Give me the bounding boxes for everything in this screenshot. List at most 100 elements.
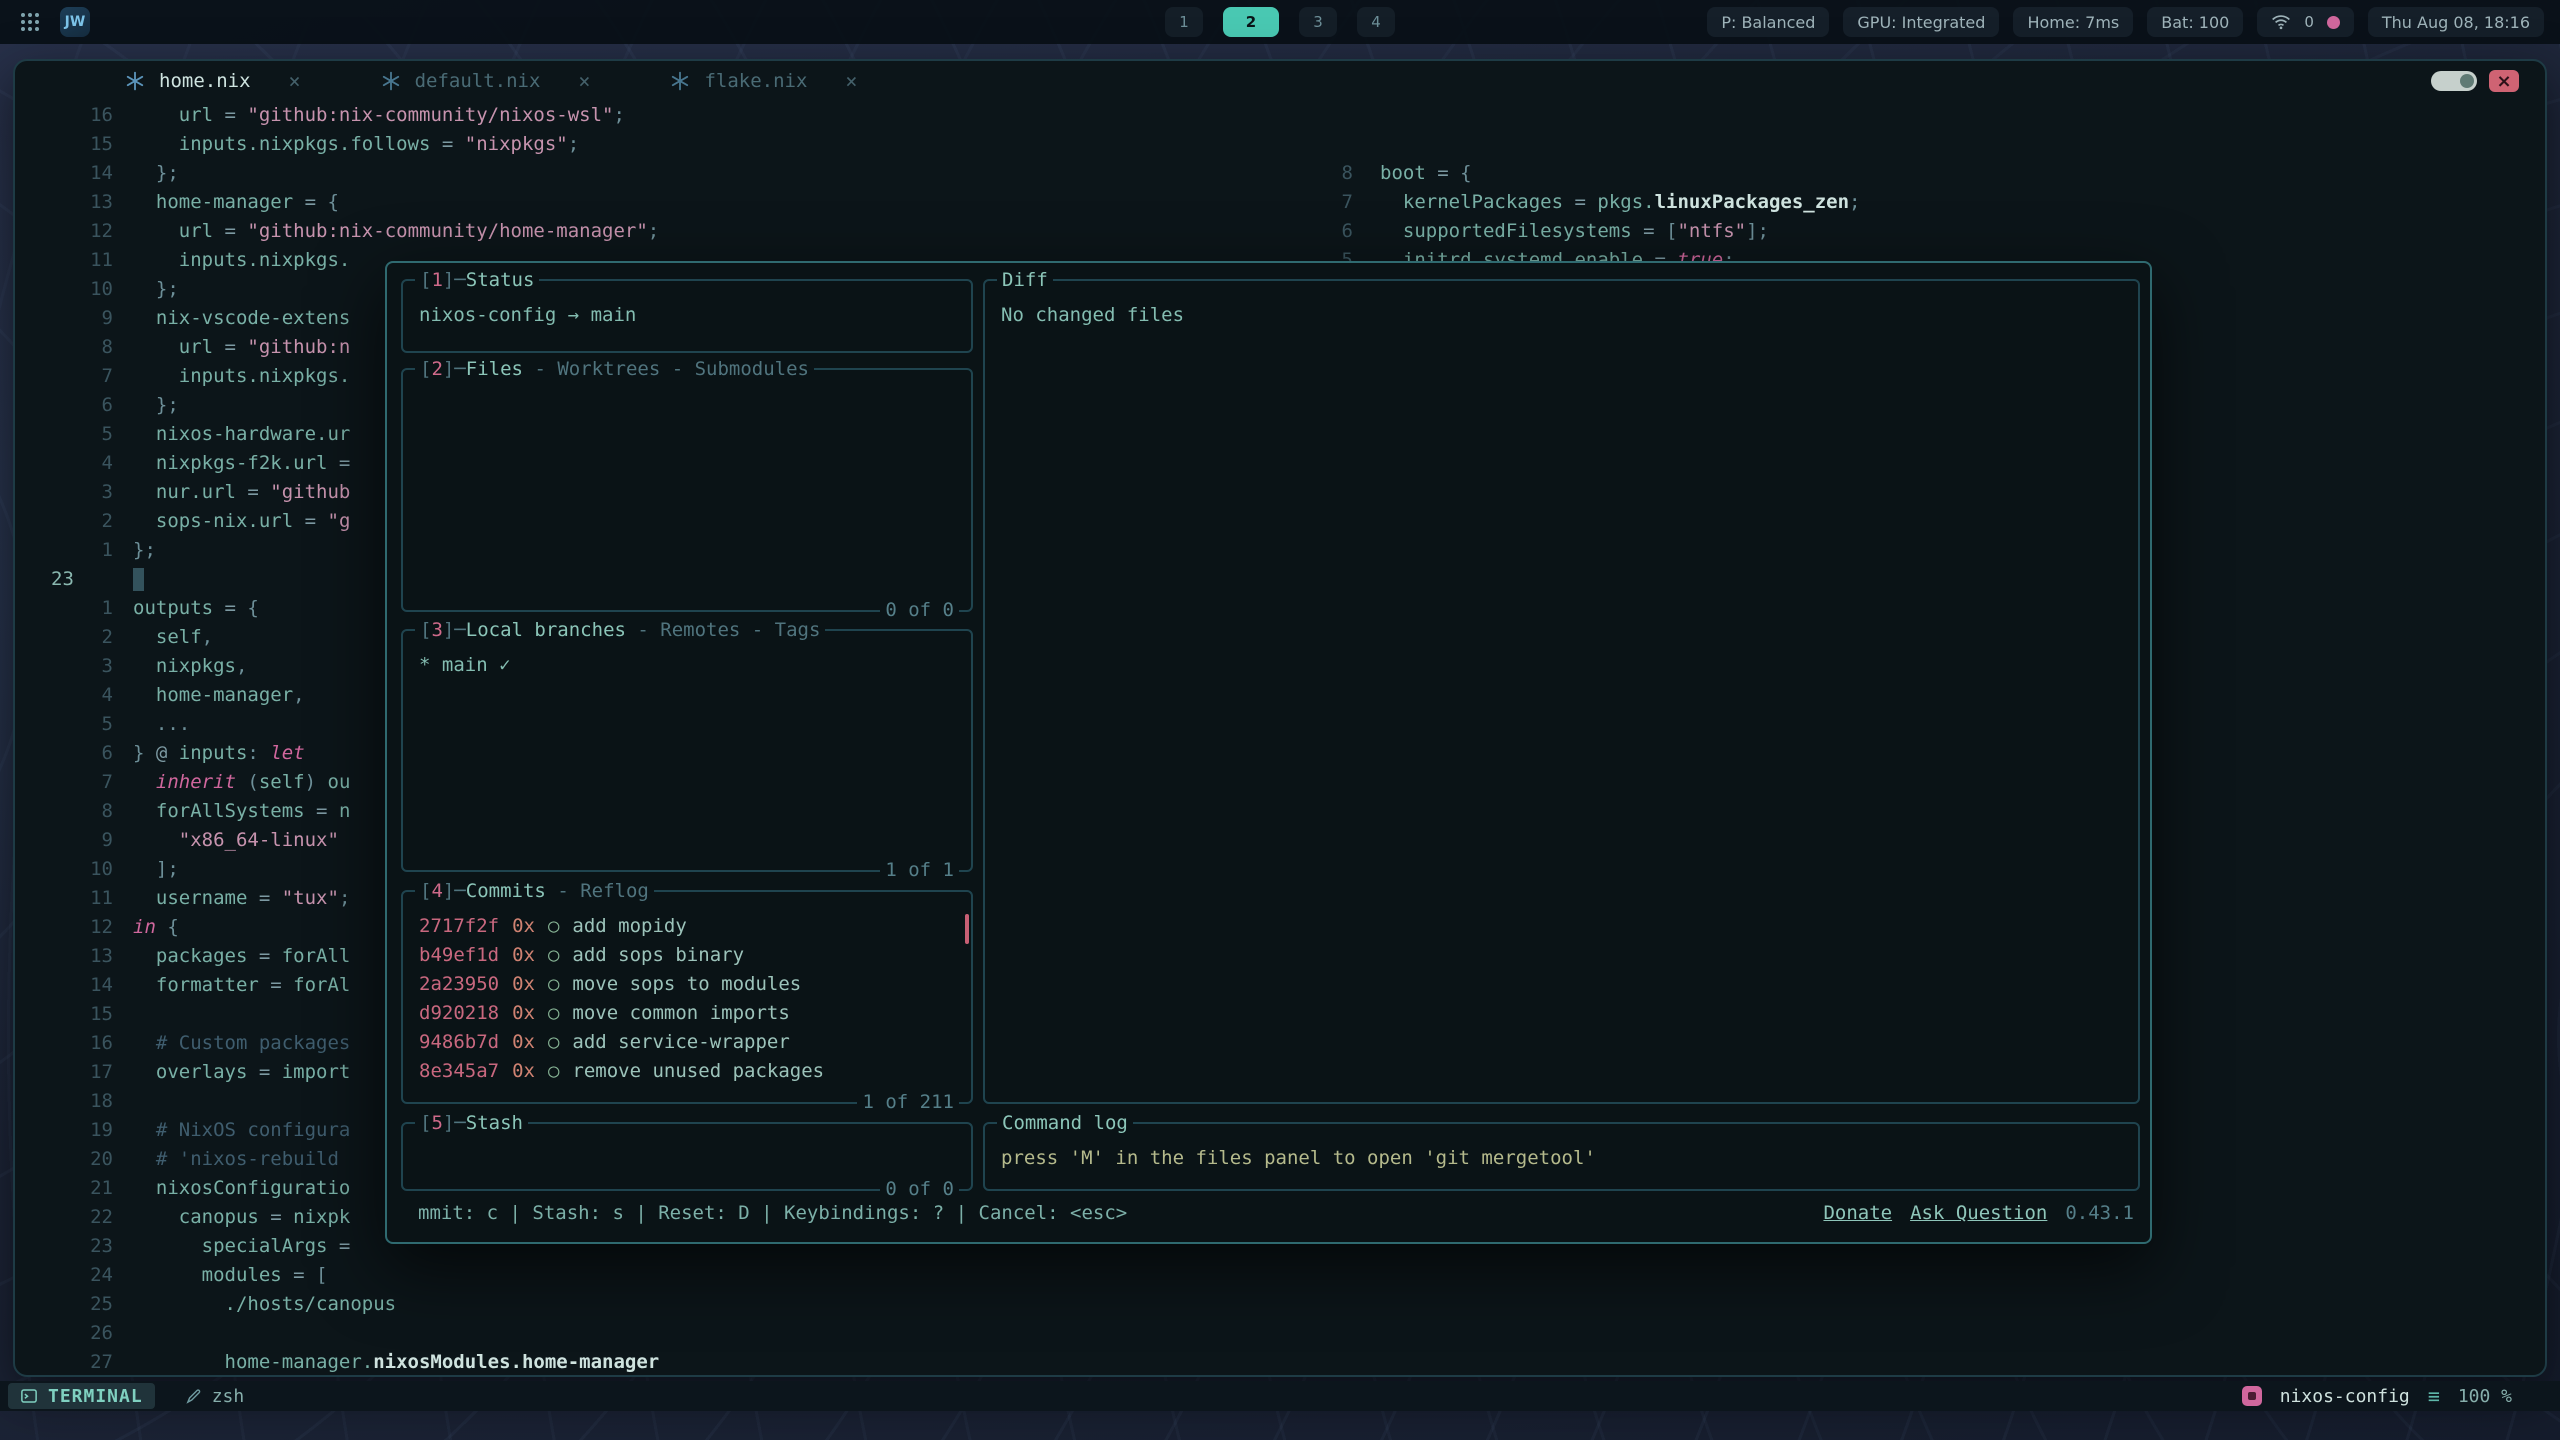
- line-number: 15: [51, 130, 113, 159]
- commits-scrollbar[interactable]: [965, 914, 969, 944]
- panel-title: Command log: [997, 1109, 1133, 1138]
- notification-count: 0: [2304, 13, 2314, 31]
- line-number: 19: [51, 1116, 113, 1145]
- line-number: 23: [51, 565, 113, 594]
- top-status-bar: JW 1 2 3 4 P: Balanced GPU: Integrated H…: [0, 0, 2560, 44]
- tab-default-nix[interactable]: default.nix ×: [351, 61, 621, 101]
- code-line: 15 inputs.nixpkgs.follows = "nixpkgs";: [51, 130, 1295, 159]
- lazygit-version: 0.43.1: [2065, 1199, 2134, 1228]
- line-number: 12: [51, 913, 113, 942]
- line-number: 17: [51, 1058, 113, 1087]
- ping-pill[interactable]: Home: 7ms: [2013, 7, 2133, 37]
- panel-title: Diff: [997, 266, 1053, 295]
- power-profile-pill[interactable]: P: Balanced: [1707, 7, 1829, 37]
- line-number: 7: [51, 768, 113, 797]
- list-icon: ≡: [2428, 1384, 2440, 1408]
- line-number: 25: [51, 1290, 113, 1319]
- code-line: 27 home-manager.nixosModules.home-manage…: [51, 1348, 1295, 1377]
- panel-title: [4]─Commits - Reflog: [415, 877, 654, 906]
- tab-close-icon[interactable]: ×: [578, 69, 590, 93]
- line-number: 16: [51, 1029, 113, 1058]
- line-number: 3: [51, 478, 113, 507]
- panel-title: [2]─Files - Worktrees - Submodules: [415, 355, 814, 384]
- clock[interactable]: Thu Aug 08, 18:16: [2368, 7, 2544, 37]
- commit-row[interactable]: d9202180x○move common imports: [419, 999, 955, 1028]
- lazygit-command-log-panel[interactable]: Command log press 'M' in the files panel…: [983, 1122, 2140, 1191]
- line-number: 8: [51, 333, 113, 362]
- tab-label: flake.nix: [704, 70, 807, 92]
- line-number: 2: [51, 623, 113, 652]
- command-log-message: press 'M' in the files panel to open 'gi…: [1001, 1147, 1596, 1169]
- code-line: 26: [51, 1319, 1295, 1348]
- code-line: 12 url = "github:nix-community/home-mana…: [51, 217, 1295, 246]
- code-line: 7 kernelPackages = pkgs.linuxPackages_ze…: [1307, 188, 2545, 217]
- workspace-button-3[interactable]: 3: [1299, 7, 1337, 37]
- line-number: 3: [51, 652, 113, 681]
- window-toggle-switch[interactable]: [2431, 71, 2477, 91]
- mode-indicator[interactable]: TERMINAL: [8, 1383, 155, 1409]
- line-number: 14: [51, 159, 113, 188]
- donate-link[interactable]: Donate: [1823, 1199, 1892, 1228]
- line-number: 13: [51, 942, 113, 971]
- panel-count: 1 of 1: [880, 856, 959, 885]
- lazygit-keybar: mmit: c | Stash: s | Reset: D | Keybindi…: [418, 1199, 2134, 1228]
- tab-home-nix[interactable]: home.nix ×: [95, 61, 331, 101]
- line-number: 14: [51, 971, 113, 1000]
- line-number: 11: [51, 884, 113, 913]
- workspace-button-2-active[interactable]: 2: [1223, 7, 1279, 37]
- app-launcher-button[interactable]: [16, 8, 44, 36]
- lazygit-commits-panel[interactable]: [4]─Commits - Reflog 2717f2f0x○add mopid…: [401, 890, 973, 1104]
- pencil-icon: [185, 1388, 202, 1405]
- commit-row[interactable]: 8e345a70x○remove unused packages: [419, 1057, 955, 1086]
- tab-close-icon[interactable]: ×: [845, 69, 857, 93]
- nix-snowflake-icon: [381, 71, 401, 91]
- battery-pill[interactable]: Bat: 100: [2147, 7, 2243, 37]
- line-number: 8: [51, 797, 113, 826]
- window-controls: ×: [2431, 70, 2519, 92]
- commit-row[interactable]: 2a239500x○move sops to modules: [419, 970, 955, 999]
- panel-title: [1]─Status: [415, 266, 539, 295]
- apps-grid-icon: [19, 11, 41, 33]
- lazygit-stash-panel[interactable]: [5]─Stash 0 of 0: [401, 1122, 973, 1191]
- shell-tab[interactable]: zsh: [185, 1386, 245, 1407]
- panel-title: [5]─Stash: [415, 1109, 528, 1138]
- tab-close-icon[interactable]: ×: [289, 69, 301, 93]
- workspace-button-4[interactable]: 4: [1357, 7, 1395, 37]
- line-number: 26: [51, 1319, 113, 1348]
- code-line: 6 supportedFilesystems = ["ntfs"];: [1307, 217, 2545, 246]
- commit-row[interactable]: b49ef1d0x○add sops binary: [419, 941, 955, 970]
- repo-branch-status: nixos-config → main: [419, 304, 636, 326]
- line-number: 15: [51, 1000, 113, 1029]
- line-number: 23: [51, 1232, 113, 1261]
- line-number: 12: [51, 217, 113, 246]
- commit-row[interactable]: 9486b7d0x○add service-wrapper: [419, 1028, 955, 1057]
- tab-label: home.nix: [159, 70, 251, 92]
- terminal-icon: [20, 1387, 38, 1405]
- scroll-percent: 100 %: [2458, 1386, 2512, 1407]
- ask-question-link[interactable]: Ask Question: [1910, 1199, 2047, 1228]
- gpu-pill[interactable]: GPU: Integrated: [1843, 7, 1999, 37]
- panel-title: [3]─Local branches - Remotes - Tags: [415, 616, 825, 645]
- line-number: 16: [51, 101, 113, 130]
- lazygit-diff-panel[interactable]: Diff No changed files: [983, 279, 2140, 1104]
- branch-row[interactable]: * main ✓: [419, 654, 511, 676]
- system-tray[interactable]: 0: [2257, 7, 2354, 37]
- wifi-icon: [2271, 12, 2291, 32]
- nix-snowflake-icon: [125, 71, 145, 91]
- bottom-status-bar: TERMINAL zsh nixos-config ≡ 100 %: [0, 1381, 2560, 1411]
- code-line: 13 home-manager = {: [51, 188, 1295, 217]
- line-number: 10: [51, 855, 113, 884]
- lazygit-status-panel[interactable]: [1]─Status nixos-config → main: [401, 279, 973, 353]
- window-close-button[interactable]: ×: [2489, 70, 2519, 92]
- workspace-switcher: 1 2 3 4: [1165, 7, 1395, 37]
- user-logo-badge[interactable]: JW: [60, 7, 90, 37]
- line-number: 7: [1307, 188, 1353, 217]
- line-number: 13: [51, 188, 113, 217]
- line-number: 9: [51, 304, 113, 333]
- lazygit-branches-panel[interactable]: [3]─Local branches - Remotes - Tags * ma…: [401, 629, 973, 872]
- color-dot-icon: [2327, 16, 2340, 29]
- workspace-button-1[interactable]: 1: [1165, 7, 1203, 37]
- commit-row[interactable]: 2717f2f0x○add mopidy: [419, 912, 955, 941]
- lazygit-files-panel[interactable]: [2]─Files - Worktrees - Submodules 0 of …: [401, 368, 973, 612]
- tab-flake-nix[interactable]: flake.nix ×: [640, 61, 887, 101]
